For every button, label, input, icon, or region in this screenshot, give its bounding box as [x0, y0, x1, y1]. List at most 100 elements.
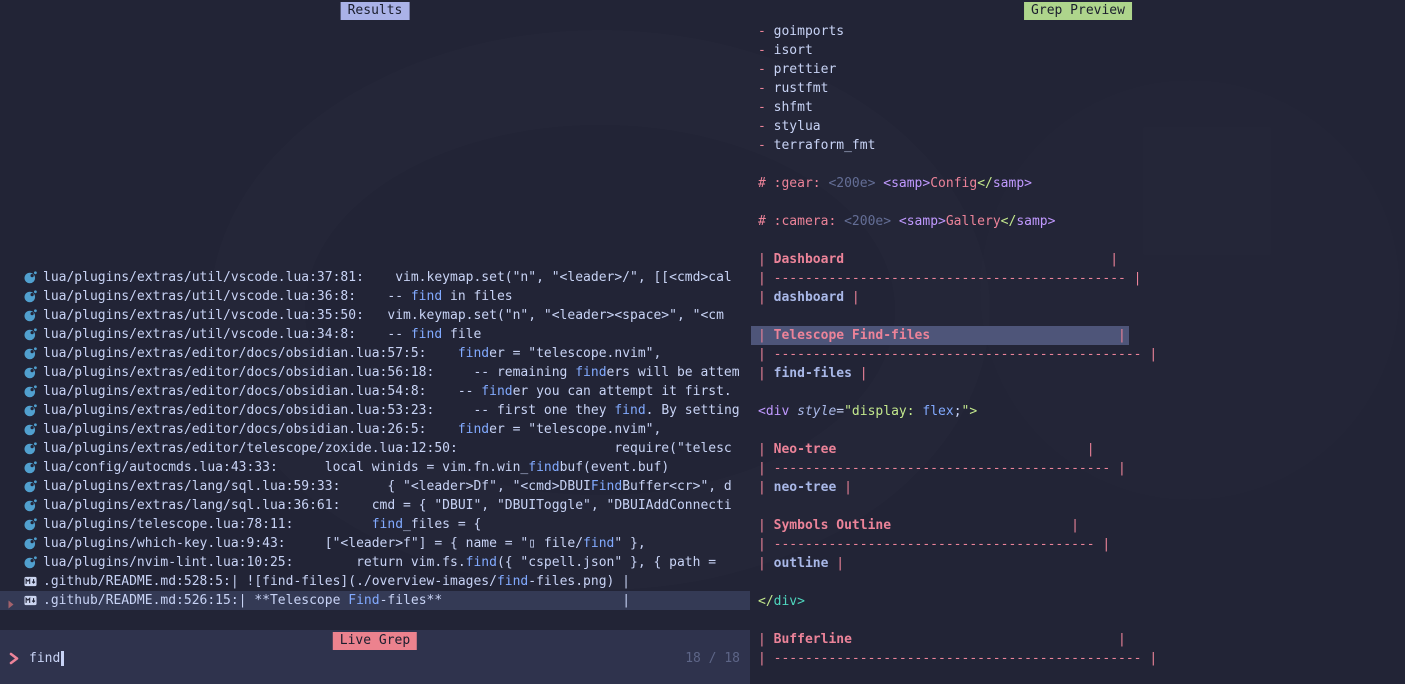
preview-line: - terraform_fmt — [751, 136, 1405, 155]
prompt-bar[interactable]: Live Grep find 18 / 18 — [0, 630, 750, 684]
result-row[interactable]: lua/plugins/extras/lang/sql.lua:59:33: {… — [0, 477, 750, 496]
result-text: lua/plugins/extras/lang/sql.lua:59:33: {… — [43, 477, 732, 496]
result-row[interactable]: .github/README.md:528:5:| ![find-files](… — [0, 572, 750, 591]
preview-line — [751, 231, 1405, 250]
lua-file-icon — [24, 461, 37, 474]
preview-line — [751, 193, 1405, 212]
result-row-selected[interactable]: .github/README.md:526:15:| **Telescope F… — [0, 591, 750, 610]
text-cursor — [61, 651, 64, 666]
preview-line — [751, 383, 1405, 402]
preview-line: | Symbols Outline | — [751, 516, 1405, 535]
result-text: lua/plugins/extras/editor/docs/obsidian.… — [43, 401, 740, 420]
preview-line — [751, 155, 1405, 174]
lua-file-icon — [24, 347, 37, 360]
result-text: .github/README.md:526:15:| **Telescope F… — [43, 591, 630, 610]
lua-file-icon — [24, 423, 37, 436]
result-row[interactable]: lua/plugins/extras/lang/sql.lua:36:61: c… — [0, 496, 750, 515]
result-row[interactable]: lua/plugins/telescope.lua:78:11: find_fi… — [0, 515, 750, 534]
preview-lines: - goimports- isort- prettier- rustfmt- s… — [751, 22, 1405, 668]
preview-line: # :gear: <200e> <samp>Config</samp> — [751, 174, 1405, 193]
markdown-file-icon — [24, 595, 37, 606]
preview-line: | outline | — [751, 554, 1405, 573]
lua-file-icon — [24, 518, 37, 531]
preview-line: - shfmt — [751, 98, 1405, 117]
telescope-live-grep-window: Results lua/plugins/extras/util/vscode.l… — [0, 0, 1405, 684]
preview-line: - goimports — [751, 22, 1405, 41]
preview-line: | Dashboard | — [751, 250, 1405, 269]
preview-line: | neo-tree | — [751, 478, 1405, 497]
result-text: lua/plugins/extras/util/vscode.lua:36:8:… — [43, 287, 513, 306]
result-row[interactable]: lua/plugins/nvim-lint.lua:10:25: return … — [0, 553, 750, 572]
lua-file-icon — [24, 309, 37, 322]
lua-file-icon — [24, 404, 37, 417]
prompt-title: Live Grep — [333, 632, 417, 650]
result-row[interactable]: lua/config/autocmds.lua:43:33: local win… — [0, 458, 750, 477]
lua-file-icon — [24, 480, 37, 493]
result-row[interactable]: lua/plugins/extras/util/vscode.lua:37:81… — [0, 268, 750, 287]
search-input[interactable]: find — [8, 649, 64, 668]
preview-line — [751, 307, 1405, 326]
preview-match-highlight: | Telescope Find-files | — [751, 326, 1129, 345]
match-counter: 18 / 18 — [685, 649, 740, 668]
lua-file-icon — [24, 556, 37, 569]
result-row[interactable]: lua/plugins/extras/editor/docs/obsidian.… — [0, 420, 750, 439]
result-text: lua/plugins/extras/util/vscode.lua:37:81… — [43, 268, 732, 287]
preview-line: <div style="display: flex;"> — [751, 402, 1405, 421]
result-row[interactable]: lua/plugins/which-key.lua:9:43: ["<leade… — [0, 534, 750, 553]
result-row[interactable]: lua/plugins/extras/editor/docs/obsidian.… — [0, 363, 750, 382]
result-row[interactable]: lua/plugins/extras/editor/docs/obsidian.… — [0, 401, 750, 420]
result-text: lua/plugins/nvim-lint.lua:10:25: return … — [43, 553, 716, 572]
result-row[interactable]: lua/plugins/extras/editor/docs/obsidian.… — [0, 382, 750, 401]
result-row[interactable]: lua/plugins/extras/editor/telescope/zoxi… — [0, 439, 750, 458]
result-text: lua/plugins/extras/util/vscode.lua:35:50… — [43, 306, 724, 325]
preview-line: | --------------------------------------… — [751, 535, 1405, 554]
preview-line-highlighted: | Telescope Find-files | — [751, 326, 1405, 345]
preview-line: | --------------------------------------… — [751, 649, 1405, 668]
lua-file-icon — [24, 385, 37, 398]
lua-file-icon — [24, 537, 37, 550]
preview-line: - rustfmt — [751, 79, 1405, 98]
result-text: lua/plugins/extras/editor/docs/obsidian.… — [43, 382, 732, 401]
lua-file-icon — [24, 442, 37, 455]
result-text: lua/plugins/extras/util/vscode.lua:34:8:… — [43, 325, 481, 344]
preview-line: - stylua — [751, 117, 1405, 136]
preview-line — [751, 421, 1405, 440]
preview-line: | find-files | — [751, 364, 1405, 383]
result-row[interactable]: lua/plugins/extras/util/vscode.lua:35:50… — [0, 306, 750, 325]
preview-line: | --------------------------------------… — [751, 345, 1405, 364]
lua-file-icon — [24, 290, 37, 303]
preview-line: | Neo-tree | — [751, 440, 1405, 459]
preview-line: | Bufferline | — [751, 630, 1405, 649]
preview-line — [751, 611, 1405, 630]
result-text: lua/plugins/telescope.lua:78:11: find_fi… — [43, 515, 481, 534]
result-text: lua/plugins/extras/editor/docs/obsidian.… — [43, 344, 661, 363]
result-text: .github/README.md:528:5:| ![find-files](… — [43, 572, 630, 591]
search-query: find — [29, 649, 60, 668]
result-text: lua/plugins/extras/editor/docs/obsidian.… — [43, 363, 740, 382]
preview-line — [751, 573, 1405, 592]
result-text: lua/plugins/extras/lang/sql.lua:36:61: c… — [43, 496, 732, 515]
result-text: lua/plugins/extras/editor/docs/obsidian.… — [43, 420, 661, 439]
result-row[interactable]: lua/plugins/extras/editor/docs/obsidian.… — [0, 344, 750, 363]
lua-file-icon — [24, 366, 37, 379]
markdown-file-icon — [24, 576, 37, 587]
preview-line: | dashboard | — [751, 288, 1405, 307]
results-title: Results — [341, 2, 410, 20]
lua-file-icon — [24, 271, 37, 284]
prompt-chevron-icon — [8, 651, 20, 666]
result-text: lua/config/autocmds.lua:43:33: local win… — [43, 458, 669, 477]
result-row[interactable]: lua/plugins/extras/util/vscode.lua:34:8:… — [0, 325, 750, 344]
result-row[interactable]: lua/plugins/extras/util/vscode.lua:36:8:… — [0, 287, 750, 306]
preview-line: </div> — [751, 592, 1405, 611]
preview-line: | --------------------------------------… — [751, 459, 1405, 478]
preview-line: | --------------------------------------… — [751, 269, 1405, 288]
preview-title: Grep Preview — [1024, 2, 1132, 20]
lua-file-icon — [24, 328, 37, 341]
result-text: lua/plugins/extras/editor/telescope/zoxi… — [43, 439, 732, 458]
preview-line: - prettier — [751, 60, 1405, 79]
result-text: lua/plugins/which-key.lua:9:43: ["<leade… — [43, 534, 646, 553]
preview-line: # :camera: <200e> <samp>Gallery</samp> — [751, 212, 1405, 231]
lua-file-icon — [24, 499, 37, 512]
results-list: lua/plugins/extras/util/vscode.lua:37:81… — [0, 268, 750, 610]
preview-line: - isort — [751, 41, 1405, 60]
